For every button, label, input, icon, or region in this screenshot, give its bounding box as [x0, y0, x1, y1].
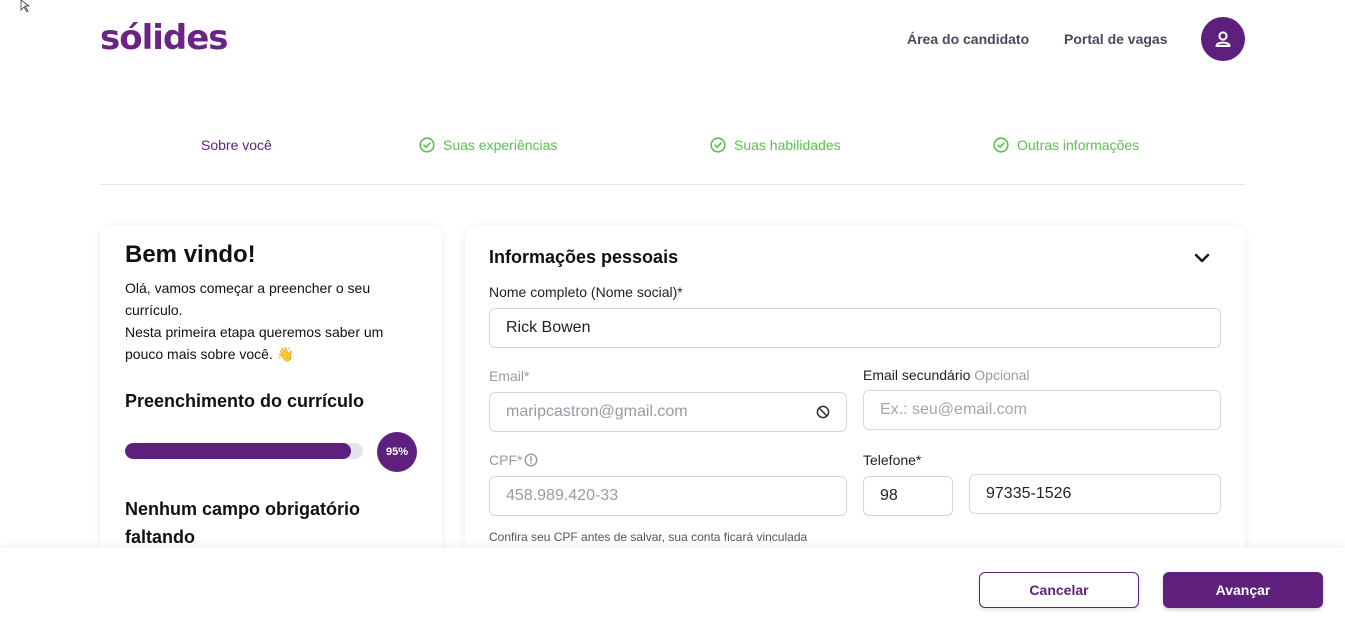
progress-bar — [125, 443, 363, 459]
name-value: Rick Bowen — [506, 319, 591, 336]
step-experiences[interactable]: Suas experiências — [419, 137, 557, 153]
required-status-text: Nenhum campo obrigatório faltando — [125, 499, 361, 547]
phone-ddd-input[interactable]: 98 — [863, 476, 953, 516]
action-footer: Cancelar Avançar — [0, 548, 1345, 630]
nav-candidate-area[interactable]: Área do candidato — [907, 31, 1029, 47]
step-about-you[interactable]: Sobre você — [201, 137, 272, 153]
user-icon — [1215, 31, 1231, 47]
progress-title: Preenchimento do currículo — [125, 391, 365, 411]
email-input: maripcastron@gmail.com — [489, 392, 847, 432]
welcome-line-1: Olá, vamos começar a preencher o seu cur… — [125, 280, 371, 318]
step-label: Outras informações — [1017, 137, 1140, 153]
cpf-label: CPF* — [489, 452, 538, 468]
email2-placeholder: Ex.: seu@email.com — [880, 401, 1027, 418]
email2-label: Email secundário Opcional — [863, 367, 1030, 383]
welcome-text: Olá, vamos começar a preencher o seu cur… — [125, 277, 425, 365]
email2-label-text: Email secundário — [863, 367, 971, 383]
nav-job-portal[interactable]: Portal de vagas — [1064, 31, 1168, 47]
welcome-title: Bem vindo! — [125, 241, 256, 268]
welcome-line-2: Nesta primeira etapa queremos saber um p… — [125, 324, 384, 362]
phone-number-value: 97335-1526 — [986, 485, 1072, 502]
phone-number-input[interactable]: 97335-1526 — [969, 474, 1221, 514]
check-circle-icon — [710, 137, 726, 153]
welcome-card: Bem vindo! Olá, vamos começar a preenche… — [100, 226, 442, 556]
phone-label: Telefone* — [863, 452, 922, 468]
optional-tag: Opcional — [974, 367, 1030, 383]
personal-info-card: Informações pessoais Nome completo (Nome… — [465, 226, 1245, 556]
solides-logo[interactable]: sólides — [100, 18, 229, 58]
step-other-info[interactable]: Outras informações — [993, 137, 1139, 153]
step-label: Sobre você — [201, 137, 272, 153]
check-circle-icon — [419, 137, 435, 153]
info-icon[interactable] — [524, 453, 538, 467]
step-label: Suas experiências — [443, 137, 558, 153]
phone-ddd-value: 98 — [880, 487, 898, 504]
email2-input[interactable]: Ex.: seu@email.com — [863, 390, 1221, 430]
cpf-help-text: Confira seu CPF antes de salvar, sua con… — [489, 530, 808, 544]
step-skills[interactable]: Suas habilidades — [710, 137, 841, 153]
next-button[interactable]: Avançar — [1163, 572, 1323, 608]
progress-steps: Sobre você Suas experiências Suas habili… — [100, 118, 1245, 185]
email-label: Email* — [489, 368, 530, 384]
cancel-button[interactable]: Cancelar — [979, 572, 1139, 608]
progress-percent-badge: 95% — [377, 432, 417, 472]
user-avatar-button[interactable] — [1201, 17, 1245, 61]
name-label: Nome completo (Nome social)* — [489, 284, 683, 300]
cpf-input: 458.989.420-33 — [489, 476, 847, 516]
section-title: Informações pessoais — [489, 247, 679, 267]
chevron-down-icon[interactable] — [1192, 248, 1212, 268]
step-label: Suas habilidades — [734, 137, 841, 153]
cpf-label-text: CPF* — [489, 452, 523, 468]
check-circle-icon — [993, 137, 1009, 153]
cpf-value: 458.989.420-33 — [506, 487, 619, 504]
blocked-icon — [816, 405, 830, 419]
email-value: maripcastron@gmail.com — [506, 403, 688, 420]
top-header: sólides Área do candidato Portal de vaga… — [0, 0, 1345, 80]
name-input[interactable]: Rick Bowen — [489, 308, 1221, 348]
progress-fill — [125, 443, 352, 459]
